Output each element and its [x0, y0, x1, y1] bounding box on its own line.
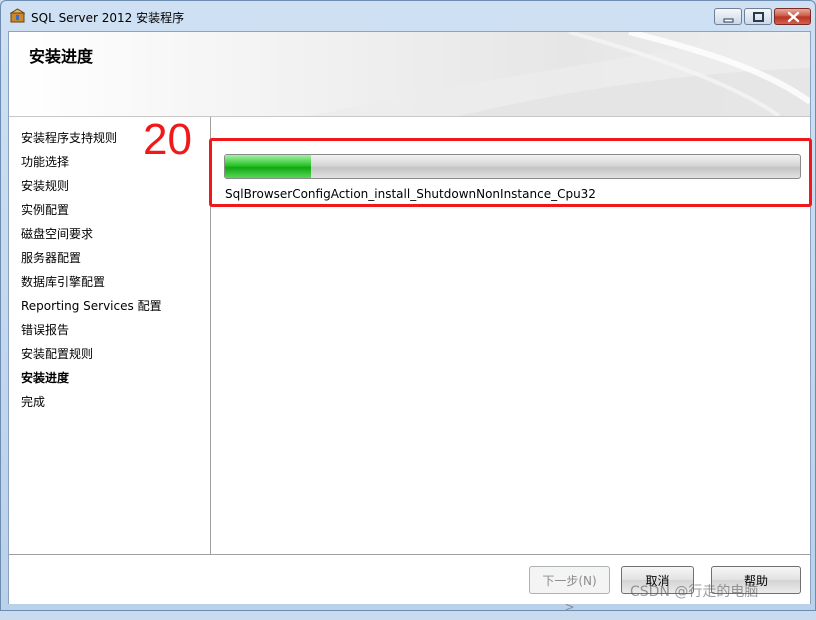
steps-sidebar: 安装程序支持规则 功能选择 安装规则 实例配置 磁盘空间要求 服务器配置 数据库…: [9, 117, 211, 554]
nav-step: 安装配置规则: [21, 347, 94, 361]
nav-step: 实例配置: [21, 203, 70, 217]
annotation-highlight-box: [209, 138, 812, 207]
dialog-client-area: 安装进度 安装程序支持规则 功能选择 安装规则 实例配置 磁盘空间要求 服务器配…: [8, 31, 811, 614]
page-title: 安装进度: [29, 47, 94, 66]
minimize-icon: [723, 18, 734, 23]
page-header: 安装进度: [9, 32, 810, 117]
nav-step-current: 安装进度: [21, 371, 70, 385]
nav-step: 安装程序支持规则: [21, 131, 118, 145]
sql-server-setup-icon: [9, 8, 26, 23]
nav-step: 安装规则: [21, 179, 70, 193]
next-button[interactable]: 下一步(N) >: [529, 566, 610, 614]
title-bar[interactable]: SQL Server 2012 安装程序: [1, 1, 815, 31]
installer-window: SQL Server 2012 安装程序 安装进度 安装程序支持规则 功能选择: [0, 0, 816, 614]
nav-step: Reporting Services 配置: [21, 299, 162, 313]
nav-step: 磁盘空间要求: [21, 227, 94, 241]
minimize-button[interactable]: [714, 8, 742, 25]
maximize-icon: [753, 12, 764, 22]
nav-step: 服务器配置: [21, 251, 82, 265]
close-button[interactable]: [774, 8, 811, 25]
header-swoosh-decoration: [309, 32, 810, 116]
nav-step: 完成: [21, 395, 46, 409]
maximize-button[interactable]: [744, 8, 772, 25]
close-icon: [787, 11, 800, 23]
nav-step: 数据库引擎配置: [21, 275, 106, 289]
nav-step: 错误报告: [21, 323, 70, 337]
window-title: SQL Server 2012 安装程序: [31, 11, 185, 25]
annotation-number: 20: [143, 115, 192, 164]
nav-step: 功能选择: [21, 155, 70, 169]
watermark-text: CSDN @行走的电脑: [630, 584, 759, 600]
